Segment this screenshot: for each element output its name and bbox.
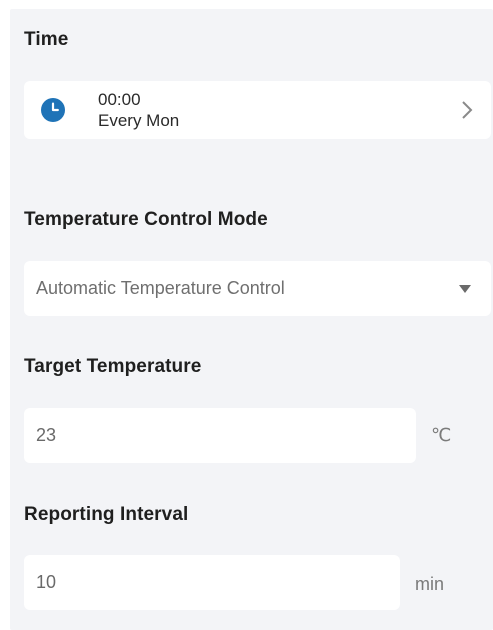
temperature-unit: ℃ [431,425,452,445]
target-temperature-title: Target Temperature [24,356,202,377]
clock-icon [41,98,65,122]
schedule-repeat: Every Mon [98,111,180,130]
reporting-interval-input[interactable]: 10 [24,555,400,610]
reporting-interval-value: 10 [36,572,57,592]
selected-mode: Automatic Temperature Control [36,278,285,298]
settings-panel: Time 00:00 Every Mon Temperature Control… [10,9,493,630]
reporting-interval-title: Reporting Interval [24,504,189,525]
time-section-title: Time [24,29,69,50]
caret-down-icon [459,285,471,293]
target-temperature-input[interactable]: 23 [24,408,416,463]
target-temperature-value: 23 [36,425,57,445]
temperature-control-mode-select[interactable]: Automatic Temperature Control [24,261,491,316]
chevron-right-icon [462,101,473,119]
time-schedule-row[interactable]: 00:00 Every Mon [24,81,491,139]
schedule-time: 00:00 [98,90,141,109]
time-text-group: 00:00 Every Mon [98,89,179,131]
reporting-interval-unit: min [415,574,445,594]
temperature-control-mode-title: Temperature Control Mode [24,209,268,230]
